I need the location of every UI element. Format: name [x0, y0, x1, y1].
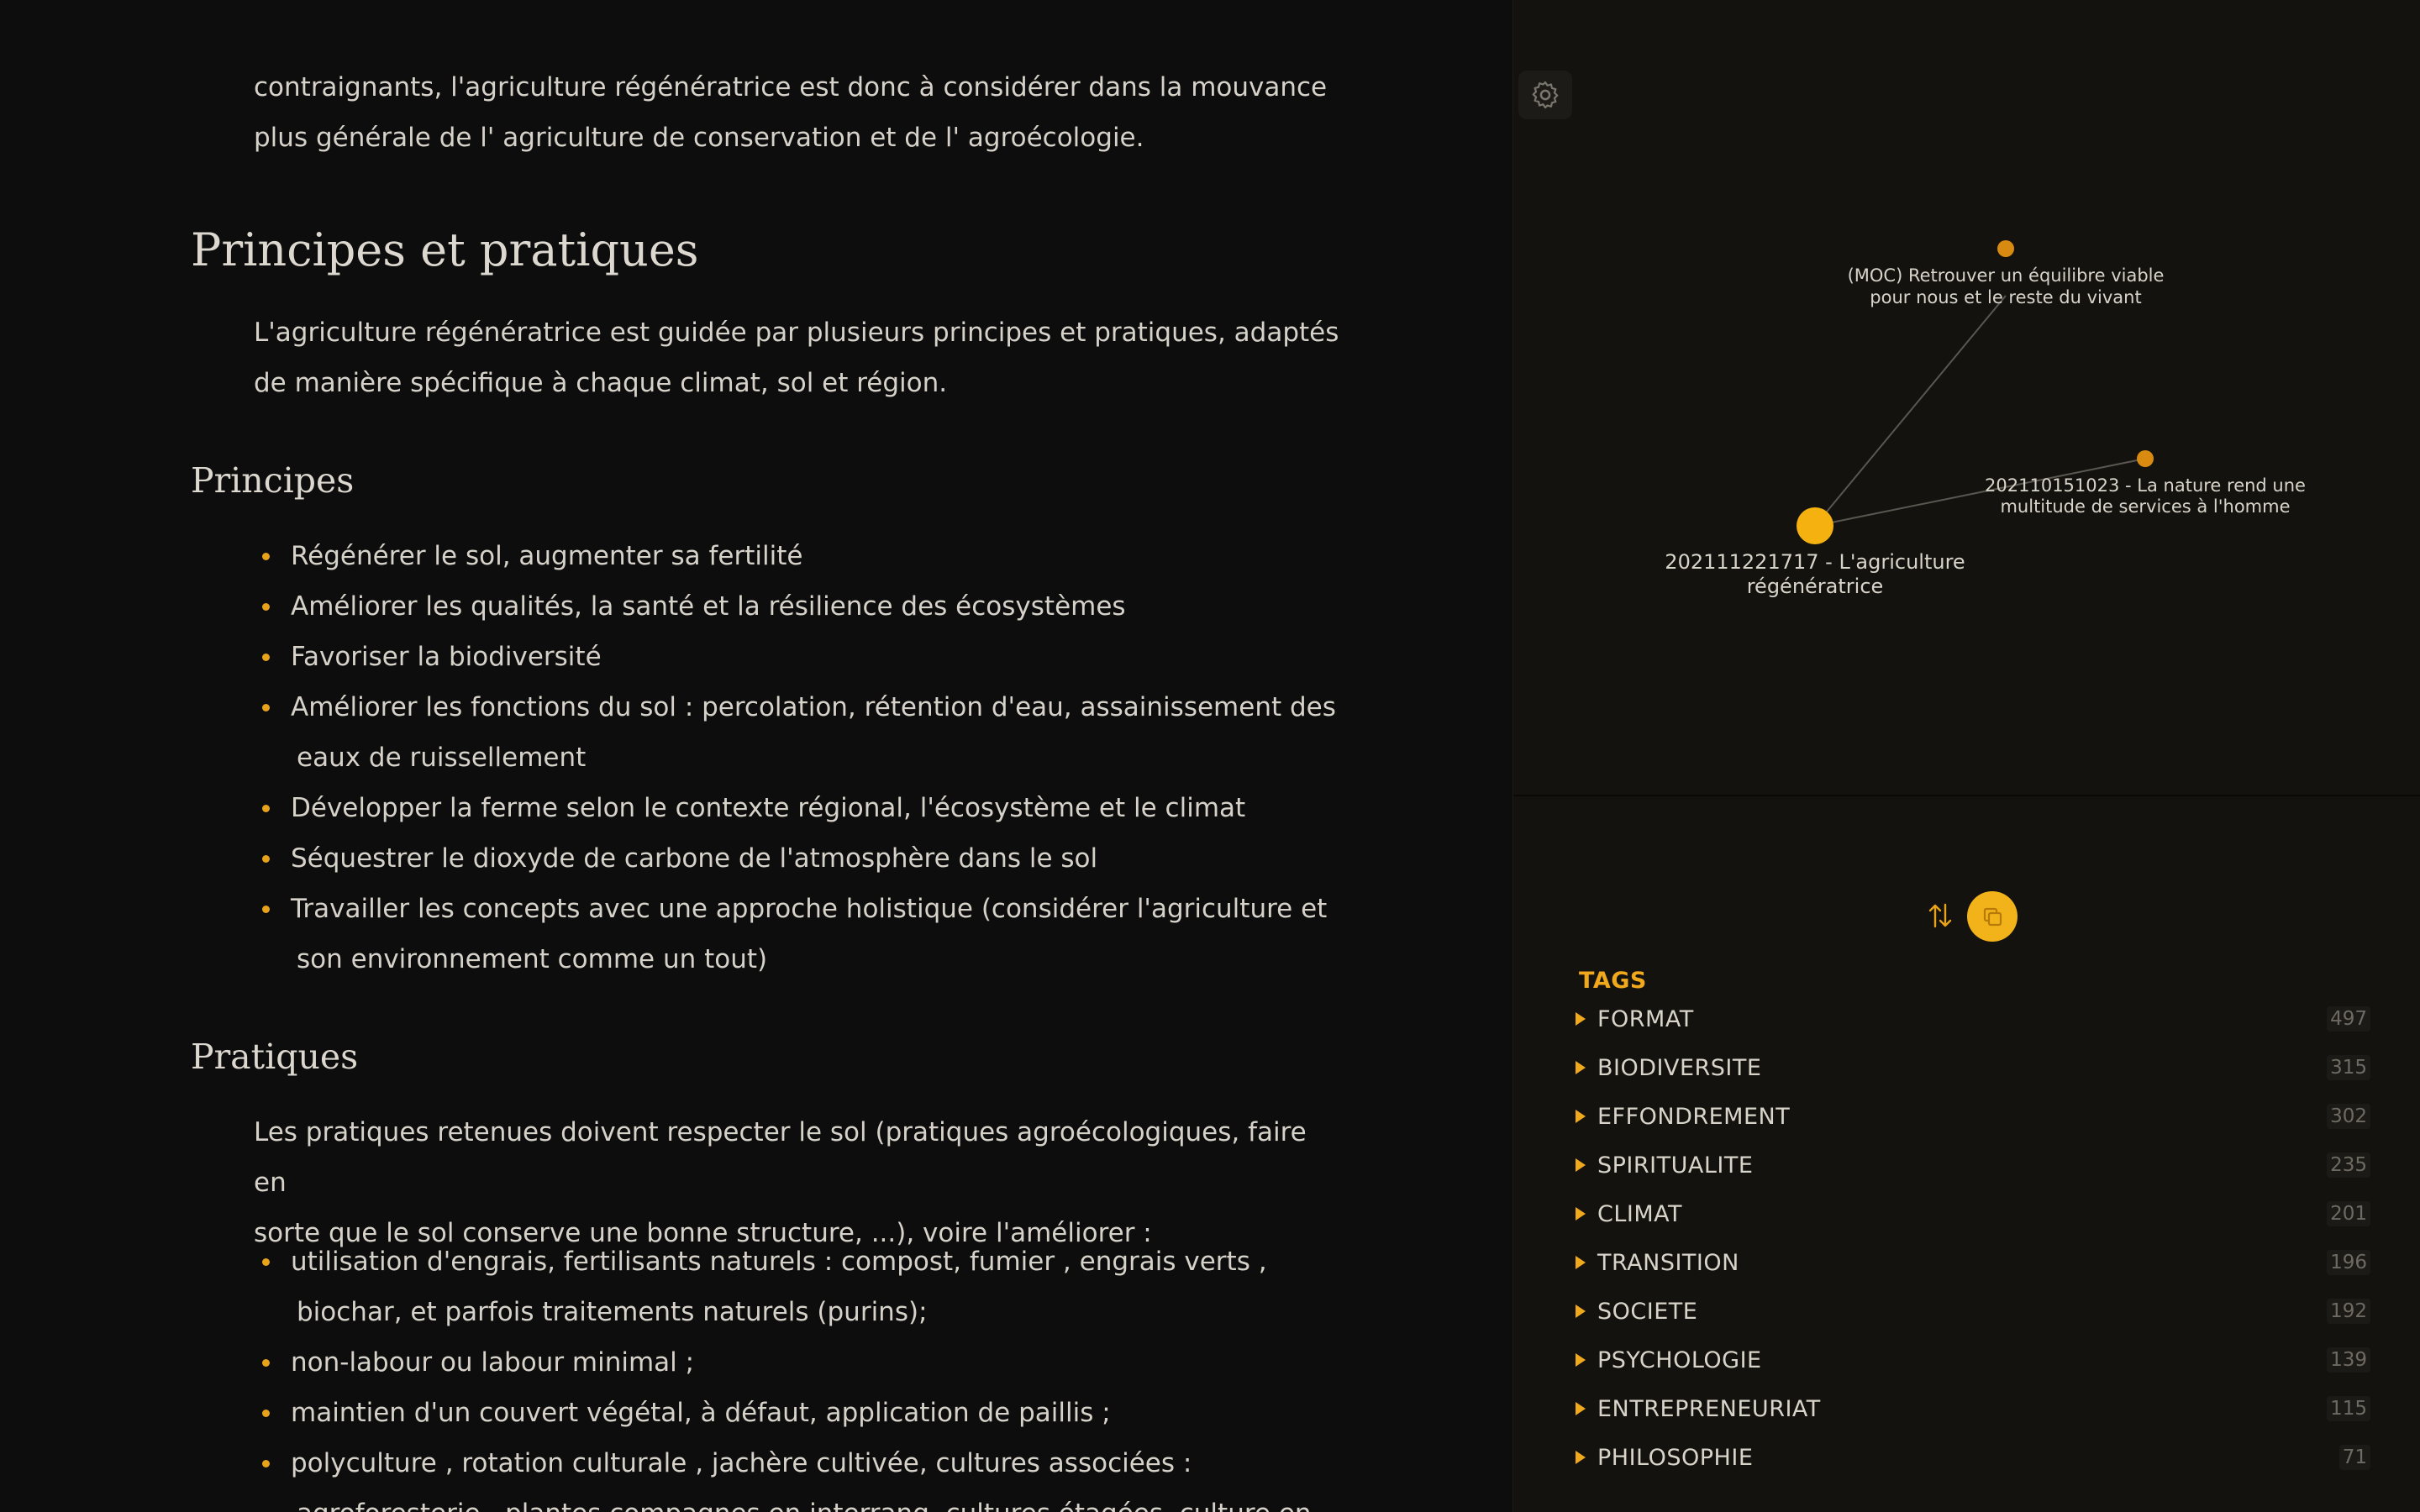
- tag-name[interactable]: BIODIVERSITE: [1597, 1055, 1761, 1081]
- list-item: utilisation d'engrais, fertilisants natu…: [254, 1236, 1346, 1337]
- tag-row[interactable]: PHILOSOPHIE 71: [1572, 1433, 2370, 1482]
- tag-row[interactable]: PSYCHOLOGIE 139: [1572, 1336, 2370, 1384]
- graph-node-label: 202111221717 - L'agriculture: [1665, 550, 1965, 574]
- tag-count: 201: [2327, 1201, 2370, 1226]
- paragraph-line: de manière spécifique à chaque climat, s…: [254, 368, 948, 398]
- intro-paragraph: contraignants, l'agriculture régénératri…: [254, 62, 1346, 163]
- bullet-icon: [262, 704, 270, 711]
- collapse-icon: [1983, 907, 2002, 927]
- list-item: Travailler les concepts avec une approch…: [254, 884, 1346, 984]
- bullet-icon: [262, 855, 270, 863]
- graph-node-moc[interactable]: [1997, 240, 2014, 257]
- bullet-icon: [262, 1460, 270, 1467]
- bullet-icon: [262, 1258, 270, 1266]
- paragraph-line: L'agriculture régénératrice est guidée p…: [254, 318, 1339, 348]
- list-item: Améliorer les qualités, la santé et la r…: [254, 581, 1346, 632]
- tag-count: 235: [2327, 1152, 2370, 1178]
- tag-row[interactable]: SPIRITUALITE 235: [1572, 1141, 2370, 1189]
- graph-canvas[interactable]: (MOC) Retrouver un équilibre viable pour…: [1513, 0, 2420, 795]
- tag-name[interactable]: FORMAT: [1597, 1006, 1694, 1032]
- graph-node-label: (MOC) Retrouver un équilibre viable: [1848, 265, 2165, 286]
- tag-count: 315: [2327, 1055, 2370, 1080]
- list-item: polyculture , rotation culturale , jachè…: [254, 1438, 1346, 1512]
- tag-row[interactable]: CLIMAT 201: [1572, 1189, 2370, 1238]
- graph-node-label: pour nous et le reste du vivant: [1870, 287, 2141, 307]
- tag-name[interactable]: PSYCHOLOGIE: [1597, 1347, 1762, 1373]
- tag-count: 139: [2327, 1347, 2370, 1373]
- tag-name[interactable]: EFFONDREMENT: [1597, 1104, 1790, 1130]
- bullet-icon: [262, 654, 270, 661]
- tag-name[interactable]: SPIRITUALITE: [1597, 1152, 1753, 1179]
- list-item: Régénérer le sol, augmenter sa fertilité: [254, 531, 1346, 581]
- principes-pratiques-paragraph: L'agriculture régénératrice est guidée p…: [254, 307, 1346, 408]
- heading-principes-et-pratiques: Principes et pratiques: [191, 223, 699, 276]
- tag-row[interactable]: ENTREPRENEURIAT 115: [1572, 1384, 2370, 1433]
- expand-arrow-icon[interactable]: [1576, 1402, 1586, 1415]
- tag-row[interactable]: TRANSITION 196: [1572, 1238, 2370, 1287]
- paragraph-line: Les pratiques retenues doivent respecter…: [254, 1117, 1307, 1198]
- bullet-icon: [262, 603, 270, 611]
- graph-node-nature[interactable]: [2137, 450, 2154, 467]
- tag-count: 302: [2327, 1104, 2370, 1129]
- expand-arrow-icon[interactable]: [1576, 1305, 1586, 1318]
- tag-count: 497: [2327, 1006, 2370, 1032]
- tag-row[interactable]: SOCIETE 192: [1572, 1287, 2370, 1336]
- intro-line: plus générale de l' agriculture de conse…: [254, 123, 1144, 153]
- expand-arrow-icon[interactable]: [1576, 1158, 1586, 1172]
- tag-row[interactable]: EFFONDREMENT 302: [1572, 1092, 2370, 1141]
- graph-node-label: régénératrice: [1747, 575, 1884, 598]
- list-item: Favoriser la biodiversité: [254, 632, 1346, 682]
- expand-arrow-icon[interactable]: [1576, 1012, 1586, 1026]
- gear-icon: [1532, 81, 1559, 109]
- tag-row[interactable]: BIODIVERSITE 315: [1572, 1043, 2370, 1092]
- sort-arrows-icon: [1928, 903, 1952, 928]
- tag-pane: TAGS FORMAT 497 BIODIVERSITE 315 EFFONDREM…: [1513, 796, 2420, 1512]
- local-graph-view[interactable]: (MOC) Retrouver un équilibre viable pour…: [1513, 0, 2420, 796]
- tag-name[interactable]: PHILOSOPHIE: [1597, 1445, 1753, 1471]
- list-item: non-labour ou labour minimal ;: [254, 1337, 1346, 1388]
- tag-count: 192: [2327, 1299, 2370, 1324]
- principes-list: Régénérer le sol, augmenter sa fertilité…: [254, 531, 1346, 984]
- expand-arrow-icon[interactable]: [1576, 1110, 1586, 1123]
- tag-count: 115: [2327, 1396, 2370, 1421]
- bullet-icon: [262, 805, 270, 812]
- pratiques-paragraph: Les pratiques retenues doivent respecter…: [254, 1107, 1346, 1258]
- tag-name[interactable]: TRANSITION: [1597, 1250, 1739, 1276]
- expand-arrow-icon[interactable]: [1576, 1353, 1586, 1367]
- expand-arrow-icon[interactable]: [1576, 1451, 1586, 1464]
- tag-name[interactable]: SOCIETE: [1597, 1299, 1697, 1325]
- heading-pratiques: Pratiques: [191, 1037, 359, 1077]
- pratiques-list: utilisation d'engrais, fertilisants natu…: [254, 1236, 1346, 1512]
- tag-row[interactable]: FORMAT 497: [1572, 995, 2370, 1043]
- graph-node-label: 202110151023 - La nature rend une: [1985, 475, 2306, 496]
- tag-name[interactable]: CLIMAT: [1597, 1201, 1682, 1227]
- tags-header: TAGS: [1579, 968, 1647, 994]
- intro-line: contraignants, l'agriculture régénératri…: [254, 72, 1328, 102]
- list-item: maintien d'un couvert végétal, à défaut,…: [254, 1388, 1346, 1438]
- sort-button[interactable]: [1923, 899, 1957, 932]
- bullet-icon: [262, 553, 270, 560]
- heading-principes: Principes: [191, 460, 355, 501]
- graph-node-current[interactable]: [1797, 507, 1833, 544]
- list-item: Améliorer les fonctions du sol : percola…: [254, 682, 1346, 783]
- graph-node-label: multitude de services à l'homme: [2000, 496, 2290, 517]
- expand-arrow-icon[interactable]: [1576, 1256, 1586, 1269]
- collapse-button[interactable]: [1967, 891, 2018, 942]
- tag-count: 71: [2338, 1445, 2370, 1470]
- graph-settings-button[interactable]: [1518, 71, 1572, 119]
- tag-count: 196: [2327, 1250, 2370, 1275]
- expand-arrow-icon[interactable]: [1576, 1207, 1586, 1221]
- tag-list: FORMAT 497 BIODIVERSITE 315 EFFONDREMENT 30…: [1572, 995, 2370, 1482]
- bullet-icon: [262, 1359, 270, 1367]
- tag-name[interactable]: ENTREPRENEURIAT: [1597, 1396, 1821, 1422]
- graph-edge: [1814, 295, 2007, 527]
- right-sidebar: (MOC) Retrouver un équilibre viable pour…: [1512, 0, 2420, 1512]
- bullet-icon: [262, 1410, 270, 1417]
- expand-arrow-icon[interactable]: [1576, 1061, 1586, 1074]
- bullet-icon: [262, 906, 270, 913]
- list-item: Séquestrer le dioxyde de carbone de l'at…: [254, 833, 1346, 884]
- note-editor[interactable]: contraignants, l'agriculture régénératri…: [0, 0, 1512, 1512]
- list-item: Développer la ferme selon le contexte ré…: [254, 783, 1346, 833]
